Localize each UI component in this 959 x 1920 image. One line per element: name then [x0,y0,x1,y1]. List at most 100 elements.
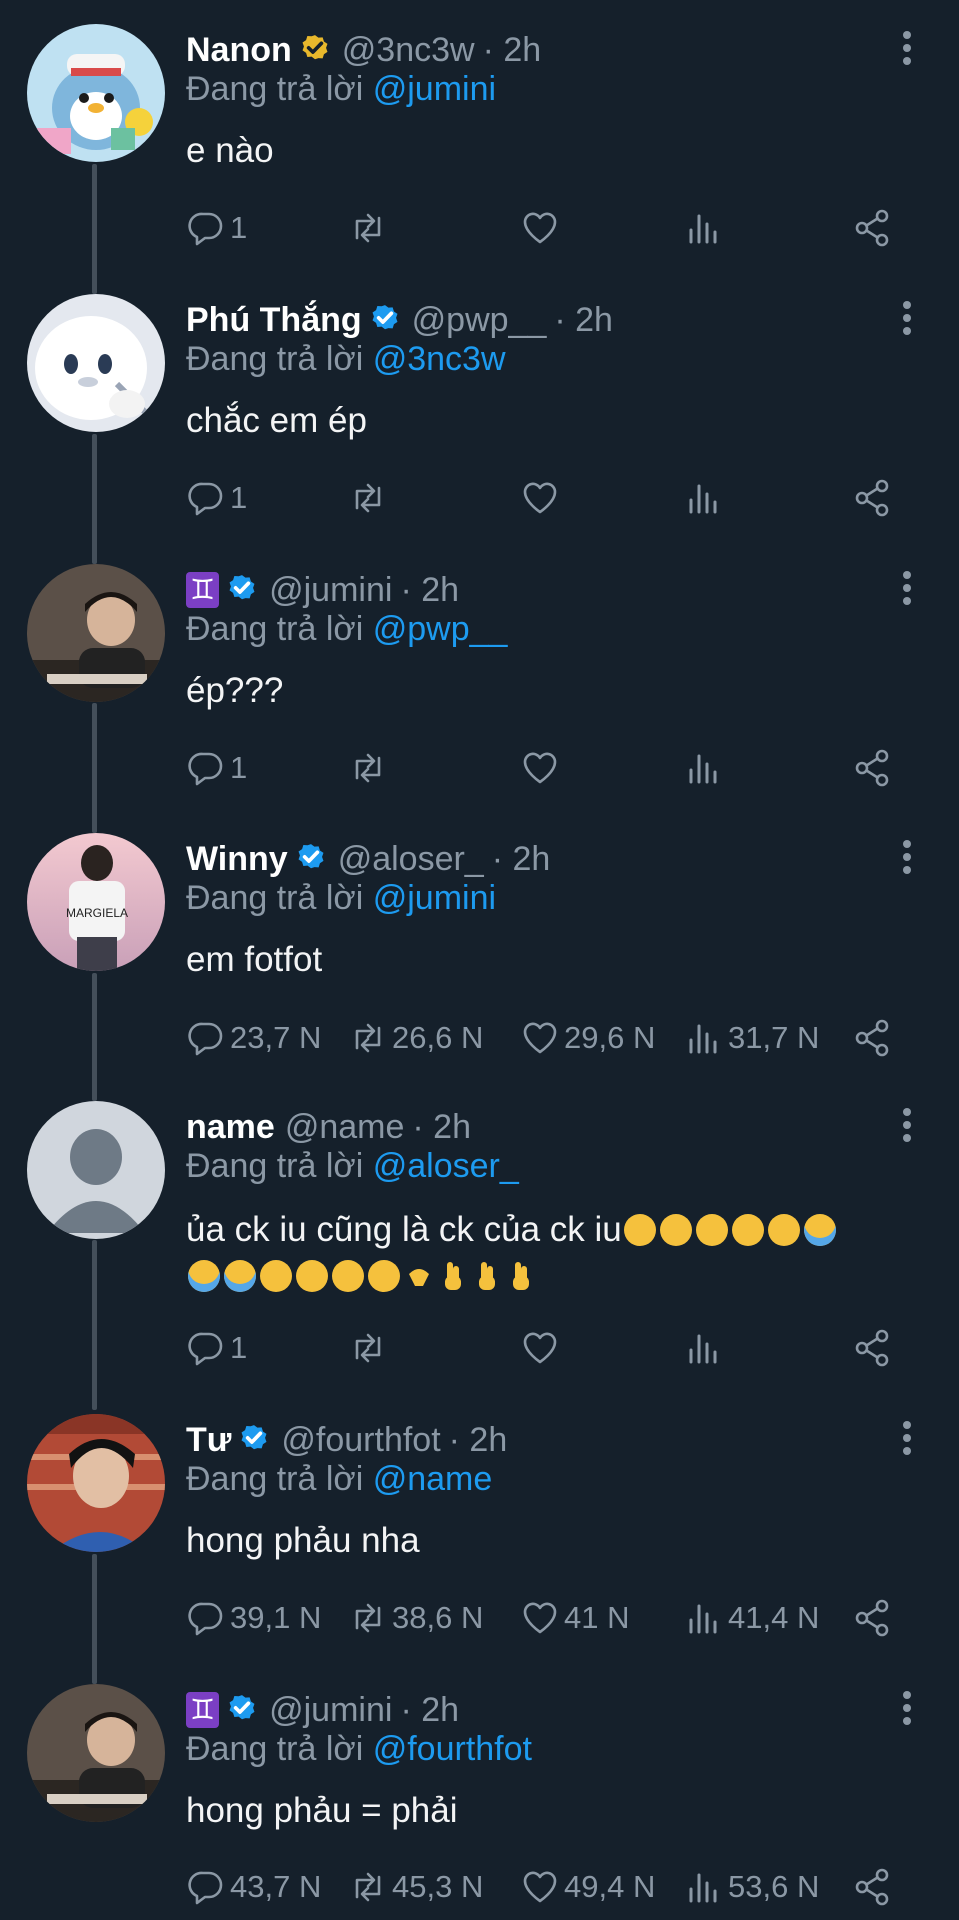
views-button[interactable] [684,1326,728,1370]
like-button[interactable] [520,746,564,790]
share-button[interactable] [852,206,892,250]
views-button[interactable] [684,206,728,250]
reply-button[interactable]: 1 [186,1326,247,1370]
like-button[interactable]: 49,4 N [520,1865,655,1909]
retweet-button[interactable] [348,746,392,790]
more-options-icon[interactable] [897,298,917,338]
share-button[interactable] [852,1016,892,1060]
mention-link[interactable]: @jumini [373,70,496,108]
worried-face-emoji [623,1214,656,1246]
like-button[interactable] [520,476,564,520]
like-button[interactable]: 29,6 N [520,1016,655,1060]
views-button[interactable]: 31,7 N [684,1016,819,1060]
views-button[interactable]: 53,6 N [684,1865,819,1909]
more-options-icon[interactable] [897,28,917,68]
blue-check-icon [225,573,259,607]
retweet-button[interactable]: 45,3 N [348,1865,483,1909]
reply-button[interactable]: 1 [186,746,247,790]
mention-link[interactable]: @aloser_ [373,1147,519,1185]
mention-link[interactable]: @name [373,1460,493,1498]
share-button[interactable] [852,1596,892,1640]
display-name[interactable]: Winny [186,840,288,879]
tweet[interactable]: ♊ @jumini · 2h Đang trả lời @pwp__ ép???… [0,564,959,804]
more-options-icon[interactable] [897,568,917,608]
avatar[interactable] [27,1101,165,1239]
tweet[interactable]: ♊ @jumini · 2h Đang trả lời @fourthfot h… [0,1684,959,1920]
tweet-text: hong phảu nha [186,1521,420,1560]
retweet-button[interactable]: 38,6 N [348,1596,483,1640]
more-options-icon[interactable] [897,1688,917,1728]
mention-link[interactable]: @pwp__ [373,610,508,648]
retweet-icon [348,1867,388,1907]
avatar[interactable] [27,294,165,432]
user-handle[interactable]: @name [285,1108,405,1147]
retweet-button[interactable] [348,1326,392,1370]
user-handle[interactable]: @aloser_ [338,840,484,879]
reply-button[interactable]: 43,7 N [186,1865,321,1909]
reply-count: 23,7 N [230,1020,322,1055]
retweet-button[interactable] [348,206,392,250]
tweet[interactable]: Phú Thắng @pwp__ · 2h Đang trả lời @3nc3… [0,294,959,534]
tweet[interactable]: Tư @fourthfot · 2h Đang trả lời @name ho… [0,1414,959,1654]
share-icon [852,478,892,518]
retweet-button[interactable]: 26,6 N [348,1016,483,1060]
views-button[interactable] [684,746,728,790]
avatar[interactable] [27,1414,165,1552]
kissing-face-emoji [260,1260,292,1292]
tweet-text: chắc em ép [186,401,367,440]
reply-context: Đang trả lời @3nc3w [186,340,506,379]
more-options-icon[interactable] [897,837,917,877]
avatar[interactable] [27,24,165,162]
views-button[interactable]: 41,4 N [684,1596,819,1640]
retweet-button[interactable] [348,476,392,520]
display-name[interactable]: Phú Thắng [186,301,362,340]
reply-count: 1 [230,750,248,785]
reply-button[interactable]: 23,7 N [186,1016,321,1060]
share-button[interactable] [852,746,892,790]
kissing-face-emoji [296,1260,328,1292]
tweet-header: ♊ @jumini · 2h [186,1688,459,1732]
display-name[interactable]: ♊ [186,572,220,608]
worried-face-emoji [695,1214,728,1246]
like-button[interactable]: 41 N [520,1596,629,1640]
tweet-text: em fotfot [186,940,323,979]
user-handle[interactable]: @pwp__ [412,301,547,340]
share-icon [852,1018,892,1058]
avatar[interactable] [27,564,165,702]
tweet[interactable]: Nanon @3nc3w · 2h Đang trả lời @jumini e… [0,24,959,264]
user-handle[interactable]: @3nc3w [342,31,475,70]
share-button[interactable] [852,476,892,520]
reply-button[interactable]: 39,1 N [186,1596,321,1640]
user-handle[interactable]: @fourthfot [281,1421,440,1460]
reply-button[interactable]: 1 [186,206,247,250]
like-button[interactable] [520,206,564,250]
share-button[interactable] [852,1326,892,1370]
mention-link[interactable]: @fourthfot [373,1730,532,1768]
mention-link[interactable]: @3nc3w [373,340,506,378]
user-handle[interactable]: @jumini [269,1691,392,1730]
tweet-header: Winny @aloser_ · 2h [186,837,550,881]
timestamp: · 2h [491,839,551,878]
hugging-face-emoji [332,1260,364,1292]
reply-count: 39,1 N [230,1600,322,1635]
display-name[interactable]: Nanon [186,31,292,70]
display-name[interactable]: Tư [186,1421,231,1460]
views-button[interactable] [684,476,728,520]
reply-button[interactable]: 1 [186,476,247,520]
more-options-icon[interactable] [897,1418,917,1458]
display-name[interactable]: name [186,1108,275,1147]
tweet[interactable]: MARGIELA Winny @aloser_ · 2h Đang trả lờ… [0,833,959,1073]
like-button[interactable] [520,1326,564,1370]
mention-link[interactable]: @jumini [373,879,496,917]
heart-icon [520,478,560,518]
share-icon [852,748,892,788]
more-options-icon[interactable] [897,1105,917,1145]
avatar[interactable] [27,1684,165,1822]
display-name[interactable]: ♊ [186,1692,220,1728]
like-count: 29,6 N [564,1020,656,1055]
timestamp: · 2h [554,300,613,339]
share-button[interactable] [852,1865,892,1909]
user-handle[interactable]: @jumini [269,571,392,610]
avatar[interactable]: MARGIELA [27,833,165,971]
tweet[interactable]: name @name · 2h Đang trả lời @aloser_ ủa… [0,1101,959,1367]
